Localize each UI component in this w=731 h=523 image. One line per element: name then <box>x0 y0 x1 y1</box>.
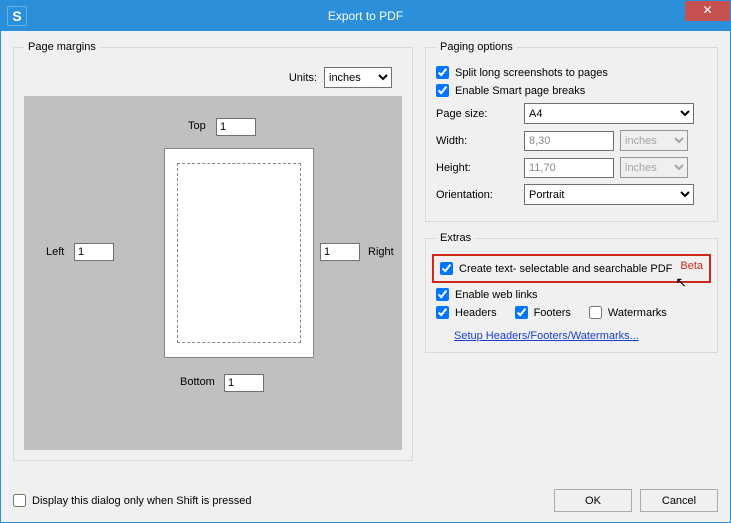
units-label: Units: <box>289 72 317 84</box>
footers-label: Footers <box>534 307 571 319</box>
searchable-pdf-label: Create text- selectable and searchable P… <box>459 263 672 275</box>
headers-checkbox[interactable] <box>436 306 449 319</box>
paging-options-legend: Paging options <box>436 41 517 53</box>
page-width-label: Width: <box>436 135 518 147</box>
weblinks-checkbox[interactable] <box>436 288 449 301</box>
smart-pagebreaks-checkbox-row[interactable]: Enable Smart page breaks <box>436 84 707 97</box>
page-margins-group: Page margins Units: inches Top Left Ri <box>13 41 413 461</box>
setup-hfw-link[interactable]: Setup Headers/Footers/Watermarks... <box>454 330 639 342</box>
orientation-select[interactable]: Portrait <box>524 184 694 205</box>
shift-only-checkbox[interactable] <box>13 494 26 507</box>
searchable-pdf-highlight: Beta Create text- selectable and searcha… <box>432 254 711 283</box>
margin-top-label: Top <box>188 120 206 132</box>
app-icon: S <box>7 6 27 26</box>
paging-options-group: Paging options Split long screenshots to… <box>425 41 718 222</box>
split-screenshots-checkbox-row[interactable]: Split long screenshots to pages <box>436 66 707 79</box>
smart-pagebreaks-checkbox[interactable] <box>436 84 449 97</box>
page-margins-legend: Page margins <box>24 41 100 53</box>
smart-pagebreaks-label: Enable Smart page breaks <box>455 85 585 97</box>
split-screenshots-label: Split long screenshots to pages <box>455 67 608 79</box>
export-pdf-dialog: S Export to PDF ✕ Page margins Units: in… <box>0 0 731 523</box>
page-size-select[interactable]: A4 <box>524 103 694 124</box>
page-height-unit-select[interactable]: inches <box>620 157 688 178</box>
shift-only-checkbox-row[interactable]: Display this dialog only when Shift is p… <box>13 494 252 507</box>
page-preview-rect <box>164 148 314 358</box>
page-size-label: Page size: <box>436 108 518 120</box>
headers-label: Headers <box>455 307 497 319</box>
weblinks-checkbox-row[interactable]: Enable web links <box>436 288 707 301</box>
margin-left-input[interactable] <box>74 243 114 261</box>
page-width-unit-select[interactable]: inches <box>620 130 688 151</box>
shift-only-label: Display this dialog only when Shift is p… <box>32 495 252 507</box>
units-select[interactable]: inches <box>324 67 392 88</box>
margin-bottom-label: Bottom <box>180 376 215 388</box>
dialog-body: Page margins Units: inches Top Left Ri <box>1 31 730 522</box>
margin-right-input[interactable] <box>320 243 360 261</box>
split-screenshots-checkbox[interactable] <box>436 66 449 79</box>
titlebar: S Export to PDF ✕ <box>1 1 730 31</box>
close-button[interactable]: ✕ <box>685 1 730 21</box>
margins-preview: Top Left Right Bottom <box>24 96 402 450</box>
margin-right-label: Right <box>368 246 394 258</box>
extras-legend: Extras <box>436 232 475 244</box>
margin-top-input[interactable] <box>216 118 256 136</box>
headers-checkbox-row[interactable]: Headers <box>436 306 497 319</box>
page-width-input[interactable] <box>524 131 614 151</box>
watermarks-label: Watermarks <box>608 307 667 319</box>
page-height-label: Height: <box>436 162 518 174</box>
window-title: Export to PDF <box>1 9 730 23</box>
watermarks-checkbox-row[interactable]: Watermarks <box>589 306 667 319</box>
dialog-footer: Display this dialog only when Shift is p… <box>13 489 718 512</box>
footers-checkbox[interactable] <box>515 306 528 319</box>
watermarks-checkbox[interactable] <box>589 306 602 319</box>
margin-left-label: Left <box>46 246 64 258</box>
footers-checkbox-row[interactable]: Footers <box>515 306 571 319</box>
weblinks-label: Enable web links <box>455 289 538 301</box>
searchable-pdf-checkbox[interactable] <box>440 262 453 275</box>
orientation-label: Orientation: <box>436 189 518 201</box>
searchable-pdf-checkbox-row[interactable]: Create text- selectable and searchable P… <box>440 262 701 275</box>
ok-button[interactable]: OK <box>554 489 632 512</box>
beta-tag: Beta <box>680 260 703 272</box>
cancel-button[interactable]: Cancel <box>640 489 718 512</box>
margin-bottom-input[interactable] <box>224 374 264 392</box>
page-height-input[interactable] <box>524 158 614 178</box>
extras-group: Extras Beta Create text- selectable and … <box>425 232 718 353</box>
